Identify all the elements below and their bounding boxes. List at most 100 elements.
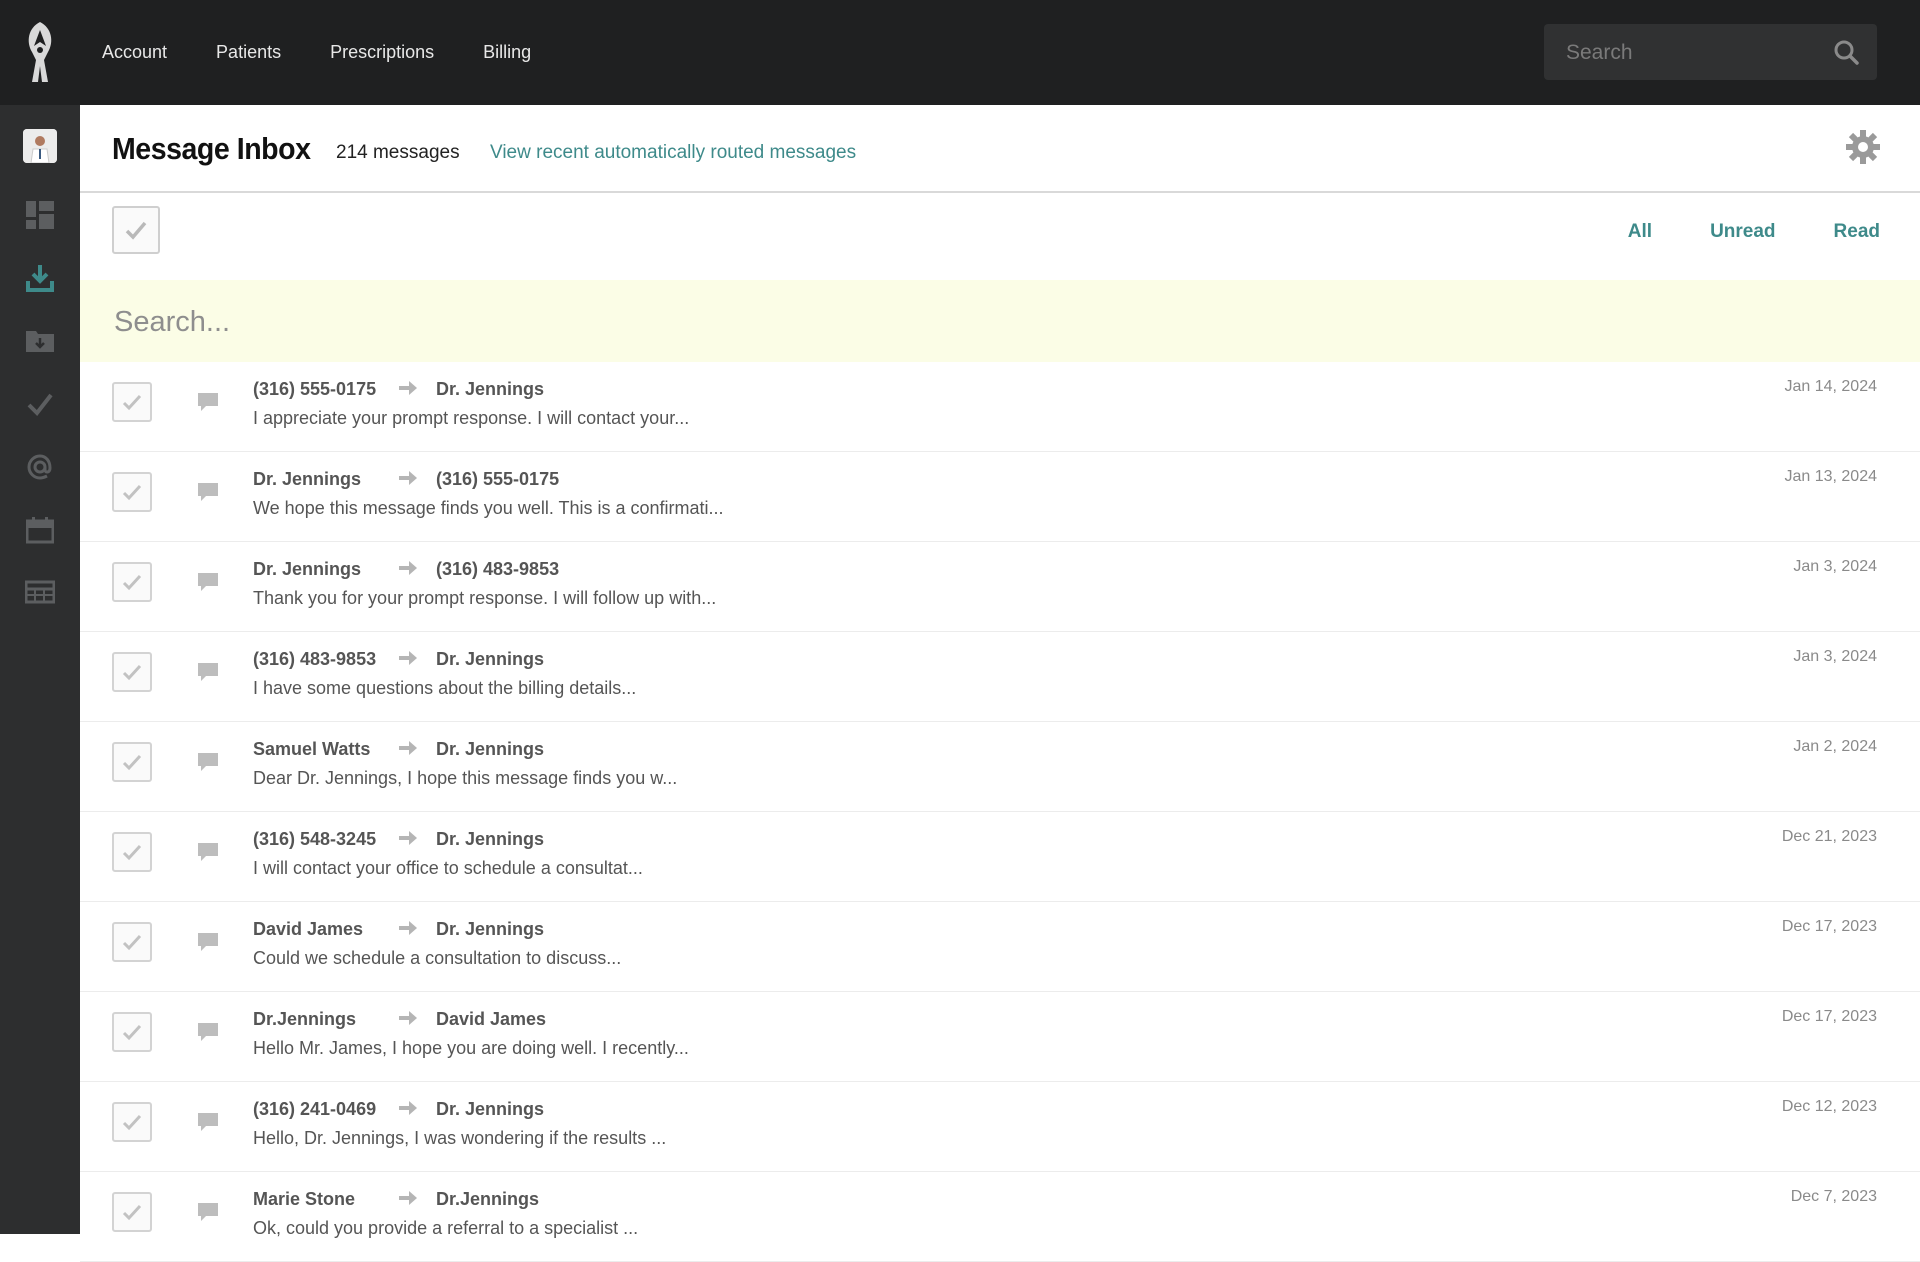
message-bubble-icon (196, 390, 220, 414)
message-row[interactable]: (316) 241-0469 Dr. Jennings Hello, Dr. Jen… (80, 1082, 1920, 1172)
message-checkbox[interactable] (112, 832, 152, 872)
checkmark-icon (122, 934, 142, 951)
search-icon[interactable] (1833, 39, 1859, 65)
message-date: Dec 12, 2023 (1781, 1098, 1877, 1115)
message-checkbox[interactable] (112, 742, 152, 782)
filter-read[interactable]: Read (1834, 221, 1880, 243)
dashboard-icon[interactable] (22, 197, 58, 233)
message-row[interactable]: David James Dr. Jennings Could we schedule… (80, 902, 1920, 992)
message-row[interactable]: Dr. Jennings (316) 555-0175 We hope this m… (80, 452, 1920, 542)
nav-prescriptions[interactable]: Prescriptions (330, 42, 434, 63)
checkmark-icon (122, 754, 142, 771)
message-checkbox[interactable] (112, 472, 152, 512)
checkmark-icon (122, 484, 142, 501)
at-icon[interactable] (22, 449, 58, 485)
message-sender: (316) 241-0469 (253, 1099, 377, 1119)
arrow-right-icon (398, 1188, 418, 1208)
message-row[interactable]: (316) 483-9853 Dr. Jennings I have some qu… (80, 632, 1920, 722)
checkmark-icon (122, 844, 142, 861)
message-row[interactable]: Dr. Jennings (316) 483-9853 Thank you for … (80, 542, 1920, 632)
message-preview: Hello Mr. James, I hope you are doing we… (253, 1038, 689, 1058)
message-bubble-icon (196, 840, 220, 864)
avatar[interactable] (23, 129, 57, 163)
message-checkbox[interactable] (112, 922, 152, 962)
arrow-right-icon (398, 1008, 418, 1028)
arrow-right-icon (398, 1098, 418, 1118)
message-preview: I appreciate your prompt response. I wil… (253, 408, 690, 428)
message-date: Jan 13, 2024 (1784, 468, 1877, 485)
message-sender: Samuel Watts (253, 739, 371, 759)
message-checkbox[interactable] (112, 1192, 152, 1232)
message-row[interactable]: (316) 548-3245 Dr. Jennings I will contact… (80, 812, 1920, 902)
message-recipient: Dr. Jennings (436, 739, 545, 759)
filter-tabs: All Unread Read (1570, 221, 1880, 243)
checkmark-icon (122, 1024, 142, 1041)
global-search-input[interactable] (1564, 24, 1828, 82)
message-sender: Dr.Jennings (253, 1009, 357, 1029)
select-all-checkbox[interactable] (112, 206, 160, 254)
arrow-right-icon (398, 648, 418, 668)
message-row[interactable]: Marie Stone Dr.Jennings Ok, could you prov… (80, 1172, 1920, 1262)
message-sender: Marie Stone (253, 1189, 356, 1209)
filter-unread[interactable]: Unread (1710, 221, 1775, 243)
main-content: Message Inbox 214 messages View recent a… (80, 105, 1920, 1262)
folder-icon[interactable] (22, 323, 58, 359)
message-date: Dec 7, 2023 (1790, 1188, 1877, 1205)
message-bubble-icon (196, 1110, 220, 1134)
message-checkbox[interactable] (112, 382, 152, 422)
message-checkbox[interactable] (112, 1102, 152, 1142)
message-checkbox[interactable] (112, 562, 152, 602)
message-recipient: Dr. Jennings (436, 649, 545, 669)
message-preview: Thank you for your prompt response. I wi… (253, 588, 717, 608)
message-sender: (316) 555-0175 (253, 379, 377, 399)
message-preview: Could we schedule a consultation to disc… (253, 948, 622, 968)
message-bubble-icon (196, 480, 220, 504)
checkmark-icon[interactable] (22, 386, 58, 422)
checkmark-icon (125, 221, 147, 240)
download-icon[interactable] (22, 260, 58, 296)
message-checkbox[interactable] (112, 652, 152, 692)
table-icon[interactable] (22, 575, 58, 611)
message-count: 214 messages (336, 142, 460, 163)
inbox-search-input[interactable] (112, 280, 1816, 364)
message-row[interactable]: Dr.Jennings David James Hello Mr. James, I… (80, 992, 1920, 1082)
message-recipient: (316) 555-0175 (436, 469, 560, 489)
message-row[interactable]: (316) 555-0175 Dr. Jennings I appreciate y… (80, 362, 1920, 452)
message-bubble-icon (196, 660, 220, 684)
arrow-right-icon (398, 378, 418, 398)
message-sender: (316) 483-9853 (253, 649, 377, 669)
arrow-right-icon (398, 468, 418, 488)
message-preview: I have some questions about the billing … (253, 678, 637, 698)
message-recipient: David James (436, 1009, 547, 1029)
page-title: Message Inbox (112, 131, 311, 166)
checkmark-icon (122, 1114, 142, 1131)
checkmark-icon (122, 664, 142, 681)
routed-messages-link[interactable]: View recent automatically routed message… (490, 142, 856, 164)
logo-icon[interactable] (18, 20, 62, 84)
message-preview: Dear Dr. Jennings, I hope this message f… (253, 768, 678, 788)
arrow-right-icon (398, 738, 418, 758)
message-date: Jan 2, 2024 (1793, 738, 1877, 755)
filter-all[interactable]: All (1628, 221, 1652, 243)
message-sender: (316) 548-3245 (253, 829, 377, 849)
nav-account[interactable]: Account (102, 42, 167, 63)
main-nav: Account Patients Prescriptions Billing (102, 0, 580, 105)
message-row[interactable]: Samuel Watts Dr. Jennings Dear Dr. Jenning… (80, 722, 1920, 812)
inbox-search (80, 280, 1920, 364)
calendar-icon[interactable] (22, 512, 58, 548)
checkmark-icon (122, 1204, 142, 1221)
message-recipient: (316) 483-9853 (436, 559, 560, 579)
arrow-right-icon (398, 918, 418, 938)
nav-patients[interactable]: Patients (216, 42, 281, 63)
message-checkbox[interactable] (112, 1012, 152, 1052)
message-preview: We hope this message finds you well. Thi… (253, 498, 724, 518)
gear-icon[interactable] (1845, 129, 1881, 165)
top-bar: Account Patients Prescriptions Billing (0, 0, 1920, 105)
nav-billing[interactable]: Billing (483, 42, 531, 63)
message-recipient: Dr. Jennings (436, 919, 545, 939)
message-recipient: Dr. Jennings (436, 1099, 545, 1119)
message-bubble-icon (196, 750, 220, 774)
message-date: Dec 17, 2023 (1781, 1008, 1877, 1025)
message-bubble-icon (196, 570, 220, 594)
sidebar (0, 105, 80, 1234)
